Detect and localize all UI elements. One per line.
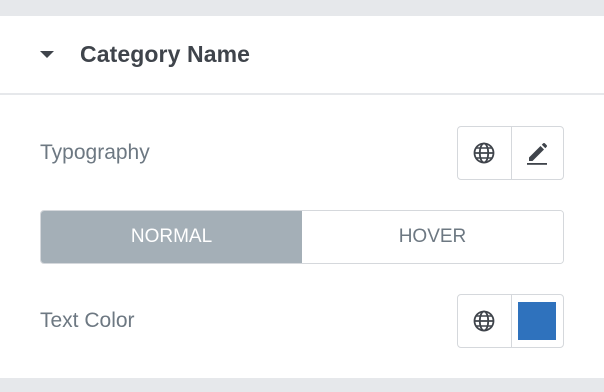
style-panel: Category Name Typography NORMAL HOVER Te… — [0, 16, 604, 378]
caret-down-icon — [40, 51, 54, 58]
typography-edit-button[interactable] — [510, 127, 564, 179]
globe-icon — [473, 310, 495, 332]
state-tabs: NORMAL HOVER — [40, 210, 564, 264]
text-color-global-button[interactable] — [458, 295, 511, 347]
text-color-row: Text Color — [40, 294, 564, 348]
typography-global-button[interactable] — [458, 127, 511, 179]
color-swatch — [518, 302, 557, 340]
pencil-icon — [527, 142, 548, 165]
text-color-controls — [457, 294, 564, 348]
text-color-label: Text Color — [40, 309, 135, 332]
typography-row: Typography — [40, 126, 564, 180]
text-color-picker-button[interactable] — [510, 295, 564, 347]
section-title: Category Name — [80, 41, 251, 67]
globe-icon — [473, 142, 495, 164]
tab-normal[interactable]: NORMAL — [41, 211, 302, 263]
section-header-category-name[interactable]: Category Name — [0, 16, 604, 95]
typography-label: Typography — [40, 141, 150, 164]
tab-hover[interactable]: HOVER — [302, 211, 563, 263]
typography-controls — [457, 126, 564, 180]
